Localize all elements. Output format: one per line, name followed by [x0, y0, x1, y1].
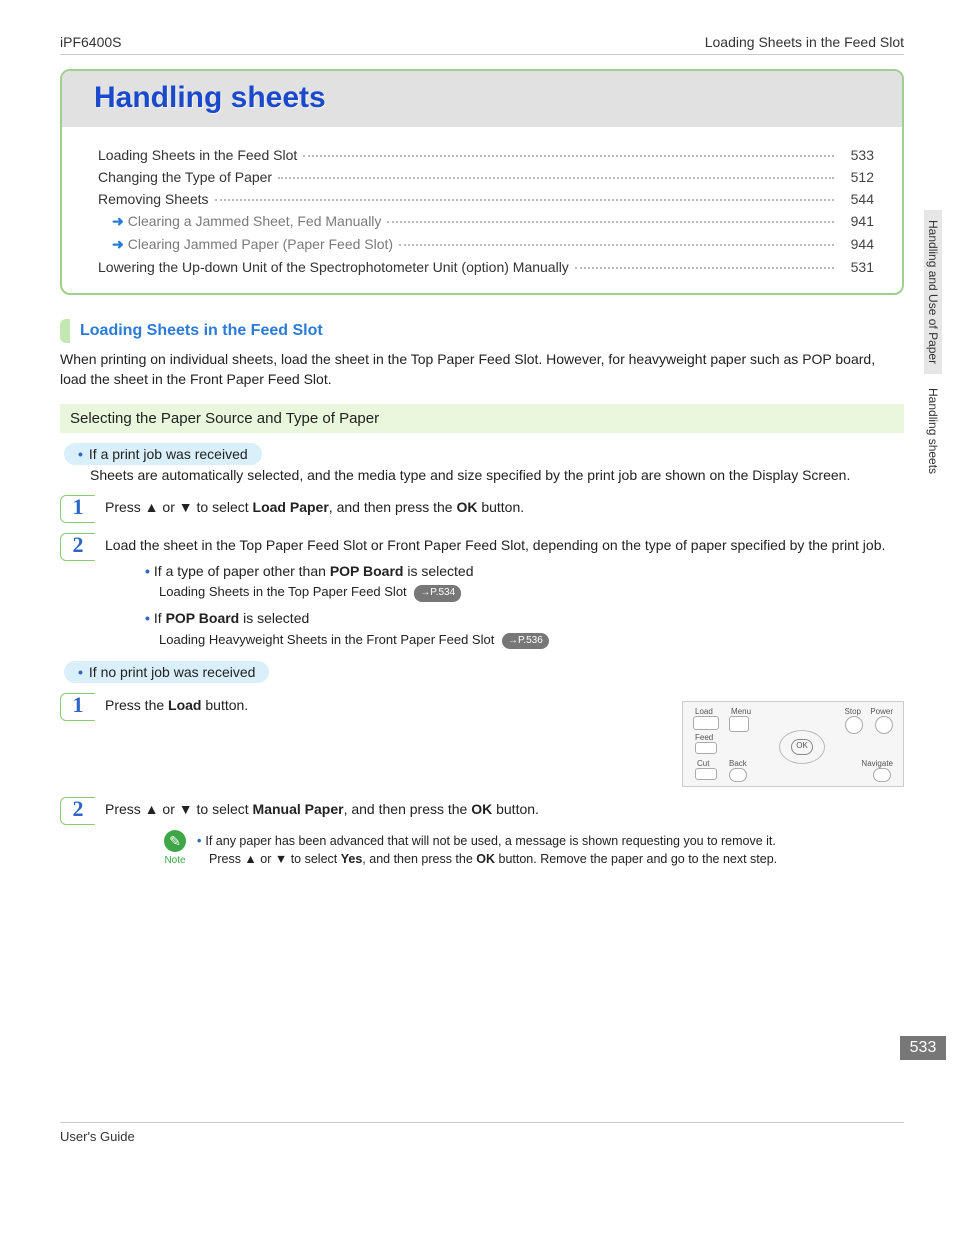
- note-label: Note: [161, 854, 189, 869]
- toc-label: Clearing a Jammed Sheet, Fed Manually: [128, 213, 382, 229]
- page-header: iPF6400S Loading Sheets in the Feed Slot: [60, 34, 904, 55]
- chapter-title: Handling sheets: [62, 71, 902, 127]
- sub-detail: Loading Sheets in the Top Paper Feed Slo…: [159, 583, 904, 602]
- note-icon: ✎ Note: [161, 830, 189, 869]
- step-text: Press ▲ or ▼ to select Manual Paper, and…: [105, 797, 904, 868]
- chapter-box: Handling sheets Loading Sheets in the Fe…: [60, 69, 904, 295]
- condition-label: If no print job was received: [89, 664, 256, 680]
- link-arrow-icon: ➜: [112, 213, 124, 230]
- step-number: 1: [60, 693, 95, 721]
- page-ref-badge[interactable]: →P.534: [414, 585, 461, 602]
- link-arrow-icon: ➜: [112, 236, 124, 253]
- toc-label: Changing the Type of Paper: [98, 169, 272, 185]
- bullet-icon: •: [78, 446, 83, 462]
- side-tab[interactable]: Handling sheets: [924, 378, 942, 484]
- condition-block: • If a print job was received Sheets are …: [60, 443, 904, 485]
- toc-row[interactable]: ➜ Clearing a Jammed Sheet, Fed Manually …: [98, 213, 874, 230]
- toc-row[interactable]: Lowering the Up-down Unit of the Spectro…: [98, 259, 874, 275]
- step-row: 1 Press ▲ or ▼ to select Load Paper, and…: [60, 495, 904, 523]
- intro-paragraph: When printing on individual sheets, load…: [60, 349, 904, 390]
- note-body: •If any paper has been advanced that wil…: [197, 830, 777, 868]
- toc-row[interactable]: Removing Sheets 544: [98, 191, 874, 207]
- sub-heading: Selecting the Paper Source and Type of P…: [60, 404, 904, 433]
- step-row: 2 Load the sheet in the Top Paper Feed S…: [60, 533, 904, 656]
- toc-label: Removing Sheets: [98, 191, 209, 207]
- side-tabs: Handling and Use of Paper Handling sheet…: [924, 210, 946, 488]
- bullet-icon: •: [197, 834, 201, 848]
- condition-pill: • If no print job was received: [64, 661, 269, 683]
- note-block: ✎ Note •If any paper has been advanced t…: [161, 830, 904, 869]
- toc-row[interactable]: ➜ Clearing Jammed Paper (Paper Feed Slot…: [98, 236, 874, 253]
- page-ref-badge[interactable]: →P.536: [502, 633, 549, 650]
- page-number: 533: [900, 1036, 946, 1060]
- sub-bullet: •If POP Board is selected: [145, 608, 904, 628]
- side-tab[interactable]: Handling and Use of Paper: [924, 210, 942, 374]
- toc-label: Lowering the Up-down Unit of the Spectro…: [98, 259, 569, 275]
- control-panel-image: Load Menu Feed Cut Back Stop Power Navig…: [682, 701, 904, 787]
- step-row: 1 Press the Load button. Load Menu Feed …: [60, 693, 904, 787]
- toc-label: Clearing Jammed Paper (Paper Feed Slot): [128, 236, 393, 252]
- bullet-icon: •: [145, 563, 150, 579]
- condition-label: If a print job was received: [89, 446, 248, 462]
- step-row: 2 Press ▲ or ▼ to select Manual Paper, a…: [60, 797, 904, 868]
- toc-page: 544: [840, 191, 874, 207]
- sub-detail: Loading Heavyweight Sheets in the Front …: [159, 631, 904, 650]
- condition-pill: • If a print job was received: [64, 443, 262, 465]
- toc-label: Loading Sheets in the Feed Slot: [98, 147, 297, 163]
- section-heading: Loading Sheets in the Feed Slot: [60, 319, 904, 343]
- step-text: Load the sheet in the Top Paper Feed Slo…: [105, 533, 904, 656]
- footer-text: User's Guide: [60, 1129, 135, 1144]
- sub-bullet: •If a type of paper other than POP Board…: [145, 561, 904, 581]
- step-number: 2: [60, 533, 95, 561]
- step-number: 2: [60, 797, 95, 825]
- bullet-icon: •: [78, 664, 83, 680]
- table-of-contents: Loading Sheets in the Feed Slot 533 Chan…: [62, 127, 902, 293]
- step-number: 1: [60, 495, 95, 523]
- condition-block: • If no print job was received: [60, 661, 904, 683]
- step-text: Press ▲ or ▼ to select Load Paper, and t…: [105, 495, 904, 517]
- toc-page: 941: [840, 213, 874, 229]
- toc-leader: [215, 199, 834, 201]
- step-text: Press the Load button. Load Menu Feed Cu…: [105, 693, 904, 787]
- toc-page: 512: [840, 169, 874, 185]
- toc-leader: [399, 244, 834, 246]
- pencil-icon: ✎: [164, 830, 186, 852]
- condition-body: Sheets are automatically selected, and t…: [90, 465, 904, 485]
- toc-row[interactable]: Changing the Type of Paper 512: [98, 169, 874, 185]
- toc-row[interactable]: Loading Sheets in the Feed Slot 533: [98, 147, 874, 163]
- header-right: Loading Sheets in the Feed Slot: [705, 34, 904, 50]
- toc-leader: [387, 221, 834, 223]
- footer: User's Guide: [60, 1122, 904, 1144]
- toc-page: 531: [840, 259, 874, 275]
- toc-leader: [575, 267, 834, 269]
- header-left: iPF6400S: [60, 34, 121, 50]
- toc-page: 944: [840, 236, 874, 252]
- toc-leader: [303, 155, 834, 157]
- bullet-icon: •: [145, 610, 150, 626]
- toc-leader: [278, 177, 834, 179]
- toc-page: 533: [840, 147, 874, 163]
